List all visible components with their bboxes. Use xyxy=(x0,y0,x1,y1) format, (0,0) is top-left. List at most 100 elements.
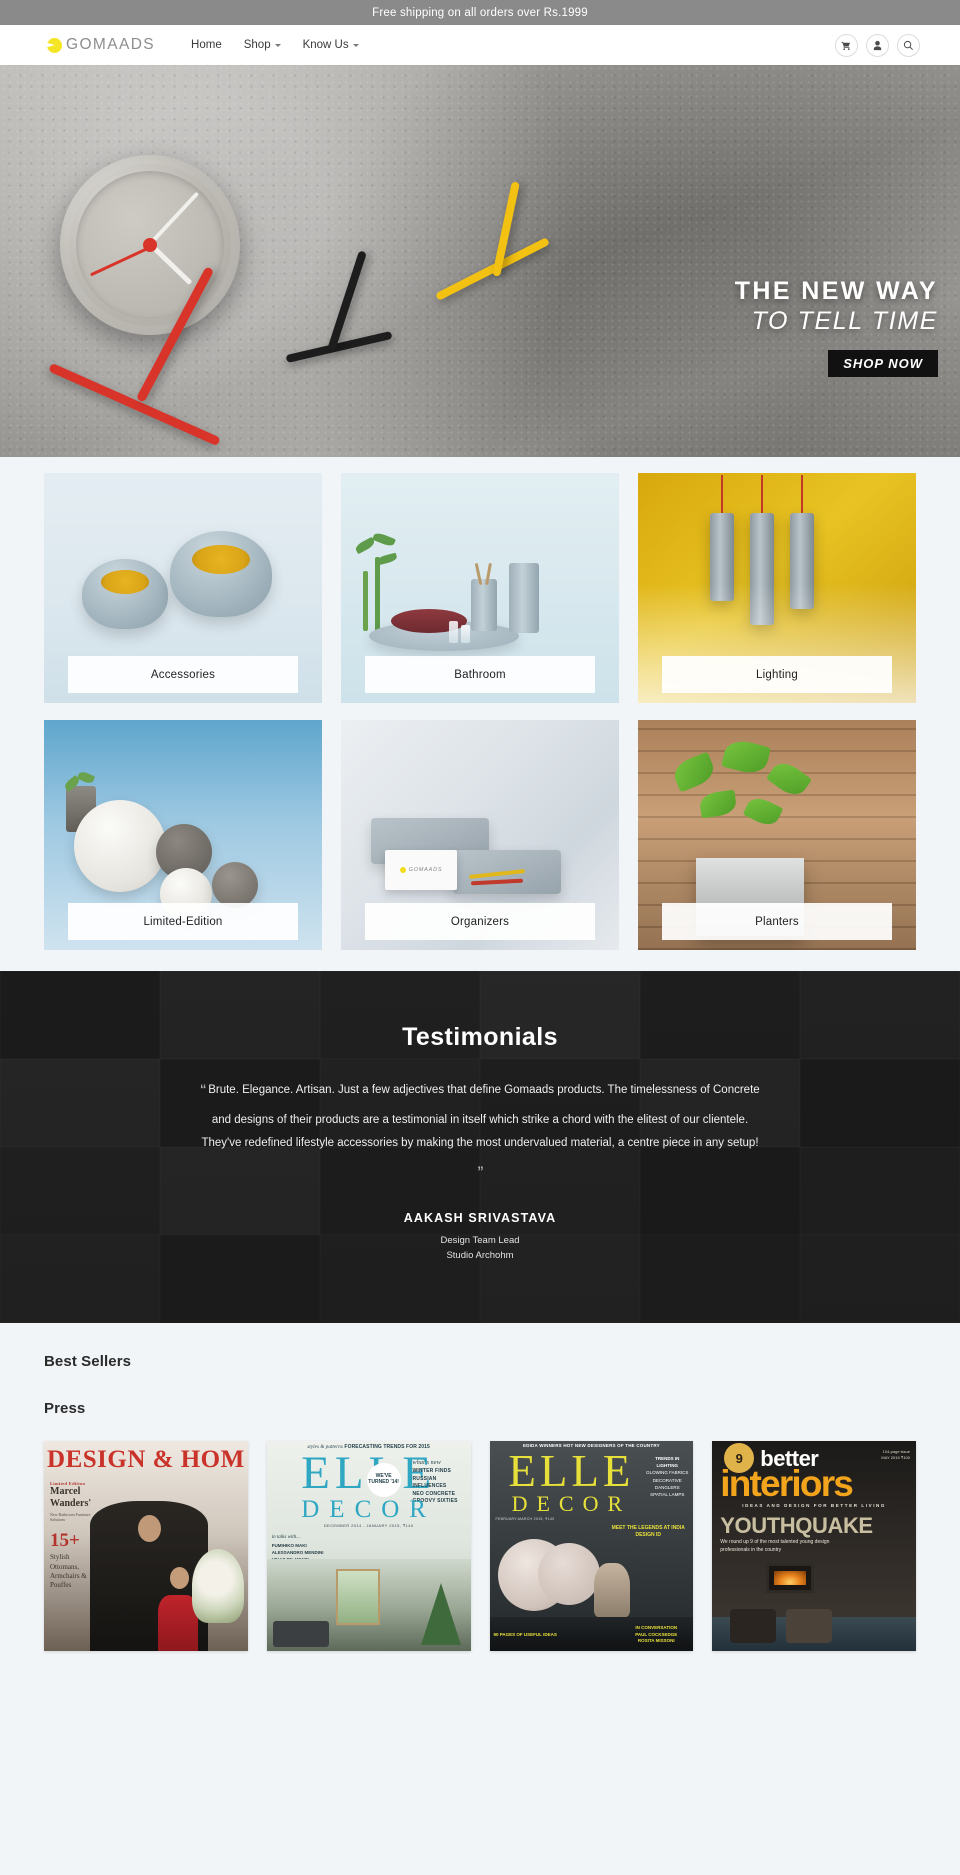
testimonials-title: Testimonials xyxy=(402,1023,558,1051)
press-cover-masthead: ELLE xyxy=(508,1446,635,1496)
press-cover-list: Stylish Ottomans, Armchairs & Pouffes xyxy=(50,1553,87,1590)
hero-headline-line1: THE NEW WAY xyxy=(734,277,938,305)
clock-hour-hand-icon xyxy=(150,243,193,286)
testimonial-role-line-1: Design Team Lead xyxy=(440,1234,520,1246)
clock-center-pin-icon xyxy=(143,238,157,252)
testimonial-author: AAKASH SRIVASTAVA xyxy=(403,1210,557,1225)
category-row-1: Accessories Bathroom Lighting xyxy=(44,473,916,703)
yellow-triangle-stand-icon xyxy=(430,181,570,305)
clock-second-hand-icon xyxy=(90,246,152,277)
announcement-text: Free shipping on all orders over Rs.1999 xyxy=(372,6,588,19)
account-button[interactable] xyxy=(866,33,889,57)
cart-button[interactable] xyxy=(835,33,858,57)
search-button[interactable] xyxy=(897,33,920,57)
chevron-down-icon xyxy=(352,44,359,47)
category-tile-lighting[interactable]: Lighting xyxy=(638,473,916,703)
press-cover-better-interiors[interactable]: 9 better 104-page issue MAY 2015 ₹100 in… xyxy=(712,1441,916,1651)
testimonial-line-1: Brute. Elegance. Artisan. Just a few adj… xyxy=(208,1084,605,1096)
press-cover-photo xyxy=(90,1501,208,1651)
press-cover-tagline: IDEAS AND DESIGN FOR BETTER LIVING xyxy=(742,1503,886,1508)
press-cover-badge: WE'VE TURNED '14! xyxy=(366,1463,401,1497)
press-cover-headline: YOUTHQUAKE xyxy=(720,1513,873,1538)
press-cover-right-column: TRENDS IN LIGHTING GLOWING FABRICS DECOR… xyxy=(645,1455,689,1498)
press-cover-photo xyxy=(266,1559,471,1651)
search-icon xyxy=(903,40,913,50)
category-tile-bathroom[interactable]: Bathroom xyxy=(341,473,619,703)
press-cover-sub: New Bathroom Furniture Solutions xyxy=(50,1511,91,1523)
header-actions xyxy=(835,33,920,57)
logo-mark-icon xyxy=(47,37,62,53)
press-cover-description: We round up 9 of the most talented young… xyxy=(720,1539,830,1553)
press-title: Press xyxy=(44,1400,86,1417)
nav-item-label: Know Us xyxy=(302,39,349,51)
category-label: Bathroom xyxy=(365,656,595,693)
press-cover-date: FEBRUARY-MARCH 2015, ₹140 xyxy=(495,1517,555,1521)
press-cover-big-number: 15+ xyxy=(50,1529,80,1551)
category-label: Organizers xyxy=(365,903,595,940)
category-label: Accessories xyxy=(68,656,298,693)
announcement-bar: Free shipping on all orders over Rs.1999 xyxy=(0,0,960,25)
account-icon xyxy=(873,40,882,50)
press-cover-title: DESIGN & HOM xyxy=(47,1446,245,1473)
press-cover-elle-decor-design-id[interactable]: EDIDA WINNERS HOT NEW DESIGNERS OF THE C… xyxy=(489,1441,694,1651)
best-sellers-title: Best Sellers xyxy=(44,1353,132,1370)
press-cover-bottom-left: 90 PAGES OF USEFUL IDEAS xyxy=(493,1632,557,1637)
press-cover-sidebar: Limited Edition Marcel Wanders' New Bath… xyxy=(50,1481,94,1591)
nav-item-know-us[interactable]: Know Us xyxy=(303,39,359,51)
best-sellers-section: Best Sellers xyxy=(0,1323,960,1370)
press-cover-name: Marcel Wanders' xyxy=(50,1486,92,1510)
nav-item-label: Home xyxy=(191,39,222,51)
nav-item-home[interactable]: Home xyxy=(191,39,222,51)
press-cover-elle-decor-2015[interactable]: styles & patterns FORECASTING TRENDS FOR… xyxy=(266,1441,471,1651)
hero-copy: THE NEW WAY TO TELL TIME SHOP NOW xyxy=(734,277,938,378)
main-nav: Home Shop Know Us xyxy=(191,39,359,51)
press-cover-price: 104-page issue MAY 2015 ₹100 xyxy=(881,1449,910,1460)
shop-now-button[interactable]: SHOP NOW xyxy=(828,350,938,378)
press-cover-submasthead: DECOR xyxy=(301,1496,436,1523)
hero-headline-line2: TO TELL TIME xyxy=(751,307,938,335)
black-triangle-stand-icon xyxy=(285,250,415,375)
press-cover-design-and-home[interactable]: DESIGN & HOM Limited Edition Marcel Wand… xyxy=(44,1441,248,1651)
press-cover-right-head: TRENDS IN LIGHTING xyxy=(655,1456,680,1469)
press-covers-row: DESIGN & HOM Limited Edition Marcel Wand… xyxy=(0,1417,960,1685)
brand-card: GOMAADS xyxy=(385,850,457,890)
category-tile-accessories[interactable]: Accessories xyxy=(44,473,322,703)
site-header: GOMAADS Home Shop Know Us xyxy=(0,25,960,65)
site-logo[interactable]: GOMAADS xyxy=(47,36,155,54)
press-cover-flowers xyxy=(191,1549,244,1623)
testimonials-content: Testimonials “ Brute. Elegance. Artisan.… xyxy=(0,971,960,1263)
testimonial-quote: “ Brute. Elegance. Artisan. Just a few a… xyxy=(200,1074,760,1191)
category-label: Planters xyxy=(662,903,892,940)
category-tile-limited-edition[interactable]: Limited-Edition xyxy=(44,720,322,950)
press-cover-plate xyxy=(537,1543,600,1605)
press-cover-chair xyxy=(730,1609,777,1643)
press-cover-right-head: what's new xyxy=(412,1460,441,1466)
nav-item-label: Shop xyxy=(243,39,271,51)
nav-item-shop[interactable]: Shop xyxy=(244,39,281,51)
testimonial-line-4: centre piece in any setup! xyxy=(627,1137,759,1150)
category-label: Limited-Edition xyxy=(68,903,298,940)
category-tile-planters[interactable]: Planters xyxy=(638,720,916,950)
press-cover-right-items: GLOWING FABRICS DECORATIVE DANGLERS SPAT… xyxy=(646,1470,689,1497)
category-row-2: Limited-Edition GOMAADS Organizers Plant… xyxy=(44,720,916,950)
red-triangle-stand-icon xyxy=(42,290,252,457)
testimonial-role-line-2: Studio Archohm xyxy=(446,1249,514,1261)
category-tile-organizers[interactable]: GOMAADS Organizers xyxy=(341,720,619,950)
chevron-down-icon xyxy=(274,44,281,47)
category-grid: Accessories Bathroom Lighting Limited-Ed… xyxy=(0,457,960,971)
press-cover-mid-line: MEET THE LEGENDS AT INDIA DESIGN ID xyxy=(611,1525,685,1538)
quote-close-icon: ” xyxy=(477,1162,484,1182)
cart-icon xyxy=(841,41,850,50)
press-cover-submasthead: DECOR xyxy=(511,1491,632,1516)
press-cover-brand-main: interiors xyxy=(720,1463,854,1504)
testimonials-section: Testimonials “ Brute. Elegance. Artisan.… xyxy=(0,971,960,1323)
press-cover-chair xyxy=(786,1609,833,1643)
logo-text: GOMAADS xyxy=(66,36,156,53)
press-cover-bottom-right: IN CONVERSATION PAUL COCKSEDGE ROSITA MI… xyxy=(635,1625,678,1644)
press-cover-date: DECEMBER 2014 - JANUARY 2015, ₹140 xyxy=(323,1523,414,1528)
category-label: Lighting xyxy=(662,656,892,693)
testimonial-role: Design Team Lead Studio Archohm xyxy=(0,1234,960,1263)
press-cover-fireplace xyxy=(766,1563,815,1593)
hero-banner[interactable]: THE NEW WAY TO TELL TIME SHOP NOW xyxy=(0,65,960,457)
press-cover-left-head: in talks with... xyxy=(271,1535,300,1540)
